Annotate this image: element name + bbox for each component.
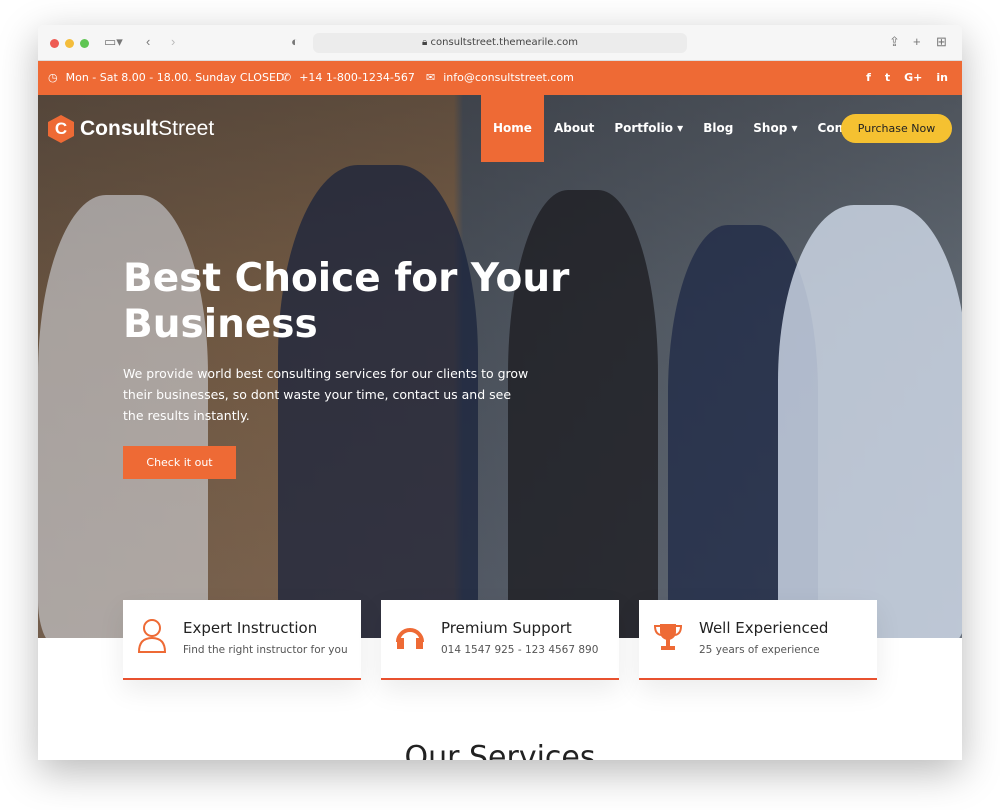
linkedin-icon[interactable]: in [936,71,948,84]
main-nav: C ConsultStreet Home About Portfolio ▾ Bl… [38,95,962,162]
close-window-button[interactable] [50,39,59,48]
feature-card: Well Experienced 25 years of experience [639,600,877,680]
top-info-bar: ◷ Mon - Sat 8.00 - 18.00. Sunday CLOSED ✆… [38,61,962,95]
services-heading: Our Services [404,740,596,760]
clock-icon: ◷ [48,71,58,84]
logo-text-bold: Consult [80,117,159,140]
feature-text: 014 1547 925 - 123 4567 890 [441,644,599,656]
facebook-icon[interactable]: f [866,71,871,84]
browser-toolbar: ▭▾ ‹ › ◐ 🔒︎ consultstreet.themearile.com… [38,25,962,61]
logo[interactable]: C ConsultStreet [48,115,214,143]
hero-title: Best Choice for Your Business [123,256,570,347]
share-icon[interactable]: ⇪ [889,34,900,50]
headphones-icon [395,618,425,654]
feature-card: Premium Support 014 1547 925 - 123 4567 … [381,600,619,680]
feature-text: Find the right instructor for you [183,644,348,656]
nav-blog[interactable]: Blog [693,95,743,162]
lock-icon: 🔒︎ [422,37,431,48]
purchase-now-button[interactable]: Purchase Now [841,114,952,143]
browser-window: ▭▾ ‹ › ◐ 🔒︎ consultstreet.themearile.com… [38,25,962,760]
feature-text: 25 years of experience [699,644,820,656]
tabs-overview-icon[interactable]: ⊞ [936,34,947,50]
phone-icon: ✆ [282,71,292,84]
check-it-out-button[interactable]: Check it out [123,446,236,479]
sidebar-icon[interactable]: ▭▾ [104,34,123,50]
nav-shop[interactable]: Shop ▾ [743,95,807,162]
hero-text: We provide world best consulting service… [123,366,529,423]
url-text: consultstreet.themearile.com [430,37,578,48]
maximize-window-button[interactable] [80,39,89,48]
hours-text: Mon - Sat 8.00 - 18.00. Sunday CLOSED [65,71,285,84]
logo-mark: C [48,115,74,143]
back-icon[interactable]: ‹ [146,34,150,49]
forward-icon[interactable]: › [171,34,175,49]
email-link[interactable]: info@consultstreet.com [443,71,574,84]
user-icon [137,618,167,654]
twitter-icon[interactable]: t [885,71,890,84]
nav-portfolio[interactable]: Portfolio ▾ [604,95,693,162]
address-bar[interactable]: 🔒︎ consultstreet.themearile.com [313,33,687,53]
minimize-window-button[interactable] [65,39,74,48]
feature-title: Well Experienced [699,619,829,637]
phone-link[interactable]: +14 1-800-1234-567 [299,71,415,84]
new-tab-icon[interactable]: + [913,34,921,49]
feature-title: Premium Support [441,619,572,637]
google-plus-icon[interactable]: G+ [904,71,922,84]
shield-icon[interactable]: ◐ [291,34,299,49]
feature-card: Expert Instruction Find the right instru… [123,600,361,680]
nav-home[interactable]: Home [481,95,544,162]
nav-about[interactable]: About [544,95,604,162]
mail-icon: ✉ [426,71,436,84]
trophy-icon [653,618,683,654]
logo-text-light: Street [158,117,215,140]
feature-title: Expert Instruction [183,619,318,637]
